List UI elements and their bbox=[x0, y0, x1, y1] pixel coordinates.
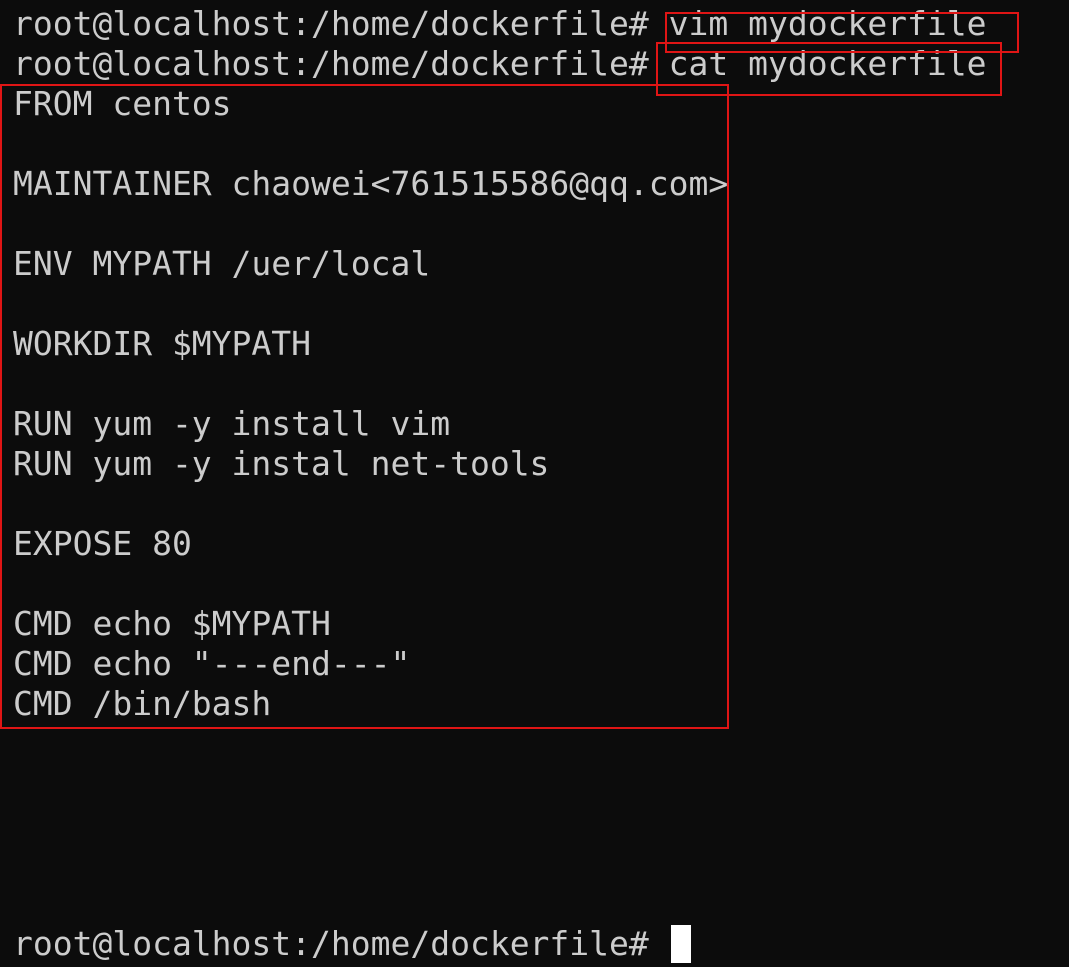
text-cursor bbox=[670, 924, 691, 963]
command-line-current[interactable]: root@localhost:/home/dockerfile# bbox=[13, 924, 691, 964]
shell-prompt: root@localhost:/home/dockerfile# bbox=[13, 44, 649, 83]
annotation-box-file-contents bbox=[0, 84, 729, 729]
shell-prompt: root@localhost:/home/dockerfile# bbox=[13, 924, 649, 963]
terminal-window[interactable]: root@localhost:/home/dockerfile# vim myd… bbox=[0, 0, 1069, 967]
shell-prompt: root@localhost:/home/dockerfile# bbox=[13, 4, 649, 43]
